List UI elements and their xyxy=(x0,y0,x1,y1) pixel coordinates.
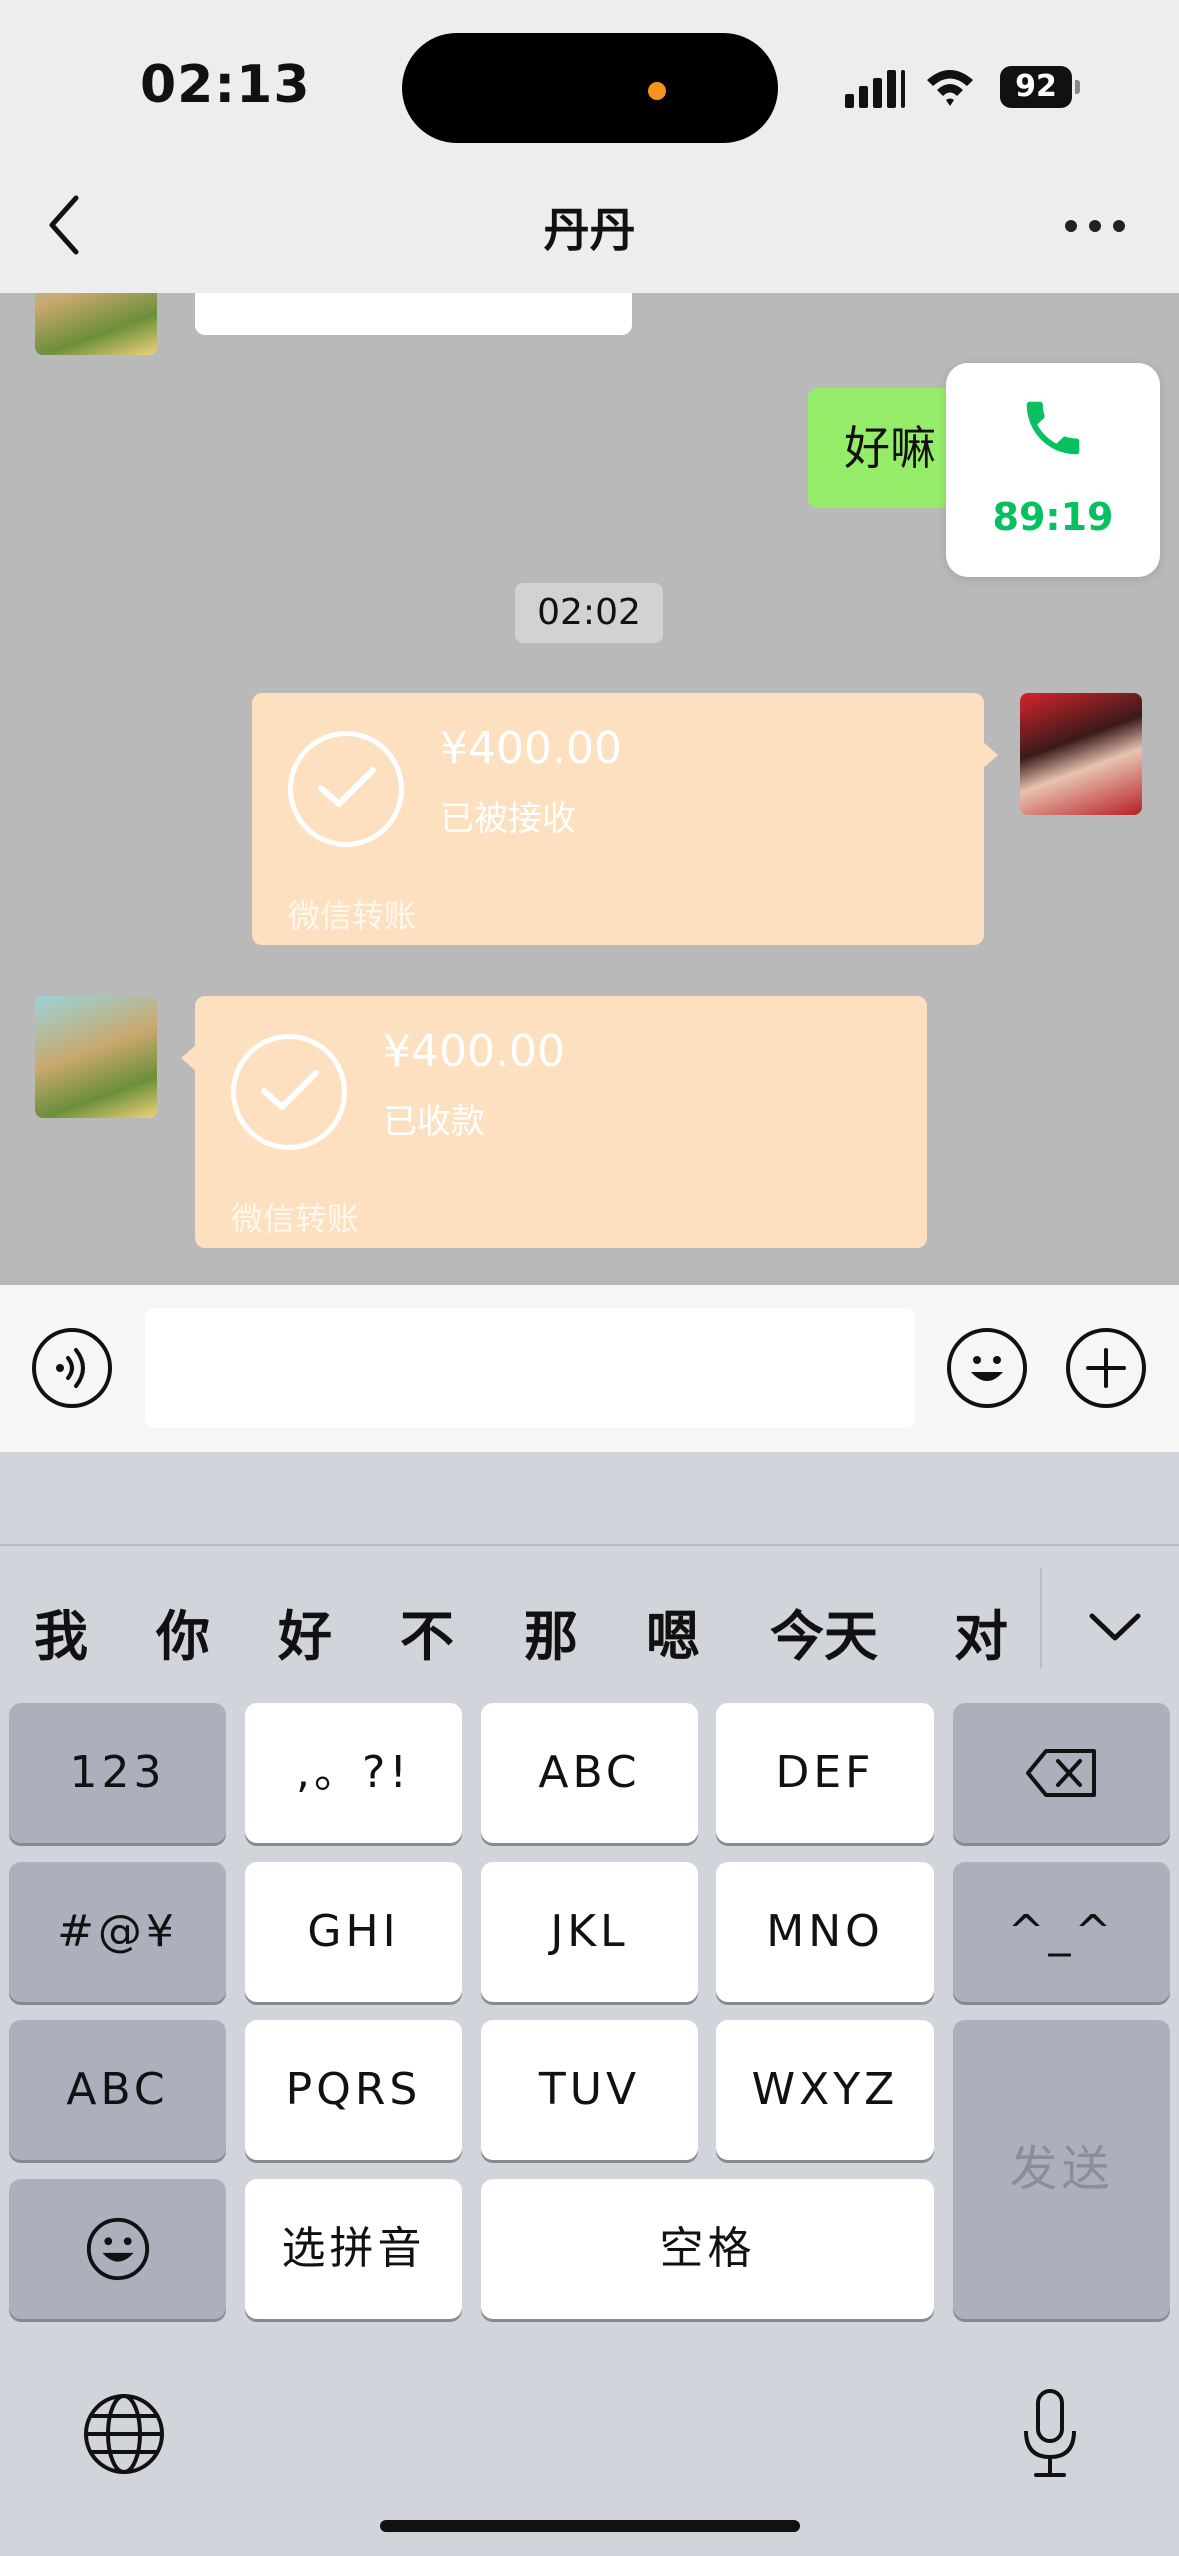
key-pqrs[interactable]: PQRS xyxy=(245,2020,462,2160)
key-emoticon[interactable]: ^_^ xyxy=(953,1862,1170,2002)
backspace-key[interactable] xyxy=(953,1703,1170,1843)
chevron-down-icon[interactable] xyxy=(1080,1592,1150,1662)
backspace-icon xyxy=(1025,1749,1096,1797)
key-wxyz[interactable]: WXYZ xyxy=(716,2020,934,2160)
dynamic-island xyxy=(402,33,778,143)
plus-icon xyxy=(1086,1348,1126,1388)
emoji-key[interactable] xyxy=(9,2179,226,2319)
space-key[interactable]: 空格 xyxy=(481,2179,934,2319)
battery-indicator: 92 xyxy=(1000,66,1080,108)
transfer-label: 微信转账 xyxy=(231,1200,360,1238)
add-attachment-button[interactable] xyxy=(1066,1328,1146,1408)
phone-icon xyxy=(1026,401,1080,455)
candidate-word[interactable]: 嗯 xyxy=(646,1592,700,1671)
key-ghi[interactable]: GHI xyxy=(245,1862,462,2002)
candidate-word[interactable]: 那 xyxy=(524,1592,578,1671)
key-abc-switch[interactable]: ABC xyxy=(9,2020,226,2160)
message-input-bar xyxy=(0,1285,1179,1452)
key-pinyin-select[interactable]: 选拼音 xyxy=(245,2179,462,2319)
transfer-amount: ¥400.00 xyxy=(440,723,622,774)
voice-mode-button[interactable] xyxy=(32,1328,112,1408)
call-duration: 89:19 xyxy=(992,495,1114,539)
transfer-status: 已收款 xyxy=(383,1102,485,1142)
key-def[interactable]: DEF xyxy=(716,1703,934,1843)
emoji-button[interactable] xyxy=(947,1328,1027,1408)
floating-call-widget[interactable]: 89:19 xyxy=(946,363,1160,577)
candidate-bar: 我 你 好 不 那 嗯 今天 对 xyxy=(0,1592,1040,1692)
smiley-icon xyxy=(971,1356,1003,1381)
chat-area[interactable]: 好嘛 89:19 02:02 ¥400.00 已被接收 微信转账 ¥400.00… xyxy=(0,293,1179,1285)
transfer-sent-card[interactable]: ¥400.00 已被接收 微信转账 xyxy=(252,693,998,945)
wifi-icon xyxy=(927,70,973,106)
key-abc[interactable]: ABC xyxy=(481,1703,698,1843)
smiley-icon xyxy=(86,2217,149,2281)
microphone-icon[interactable] xyxy=(1020,2387,1080,2483)
top-bar: 02:13 92 丹丹 xyxy=(0,0,1179,293)
status-time: 02:13 xyxy=(140,55,311,115)
chat-title: 丹丹 xyxy=(543,203,636,257)
candidate-word[interactable]: 不 xyxy=(400,1592,454,1671)
self-avatar[interactable] xyxy=(1020,693,1142,815)
key-punctuation[interactable]: ,。?! xyxy=(245,1703,462,1843)
candidate-separator xyxy=(1040,1568,1042,1668)
candidate-word[interactable]: 你 xyxy=(156,1592,210,1671)
transfer-status: 已被接收 xyxy=(440,799,576,839)
contact-avatar[interactable] xyxy=(35,293,157,355)
cellular-signal-icon xyxy=(845,68,905,108)
keyboard-divider xyxy=(0,1544,1179,1546)
send-key[interactable]: 发送 xyxy=(953,2020,1170,2319)
message-timestamp: 02:02 xyxy=(515,583,663,643)
incoming-message-bubble[interactable] xyxy=(195,293,632,335)
transfer-received-card[interactable]: ¥400.00 已收款 微信转账 xyxy=(181,996,927,1248)
more-options-icon[interactable] xyxy=(1065,220,1125,234)
check-circle-icon xyxy=(231,1034,347,1150)
transfer-amount: ¥400.00 xyxy=(383,1026,565,1077)
check-circle-icon xyxy=(288,731,404,847)
transfer-label: 微信转账 xyxy=(288,897,417,935)
key-123[interactable]: 123 xyxy=(9,1703,226,1843)
candidate-word[interactable]: 对 xyxy=(954,1592,1008,1671)
key-mno[interactable]: MNO xyxy=(716,1862,934,2002)
candidate-word[interactable]: 我 xyxy=(34,1592,88,1671)
home-indicator[interactable] xyxy=(380,2520,800,2532)
key-symbols[interactable]: #@¥ xyxy=(9,1862,226,2002)
key-jkl[interactable]: JKL xyxy=(481,1862,698,2002)
globe-icon[interactable] xyxy=(82,2392,166,2476)
recording-dot-icon xyxy=(648,82,666,100)
candidate-word[interactable]: 好 xyxy=(278,1592,332,1671)
message-input[interactable] xyxy=(145,1308,915,1428)
voice-icon xyxy=(56,1348,85,1388)
key-tuv[interactable]: TUV xyxy=(481,2020,698,2160)
contact-avatar[interactable] xyxy=(35,996,157,1118)
keyboard: 我 你 好 不 那 嗯 今天 对 123 ,。?! ABC DEF #@¥ GH… xyxy=(0,1452,1179,2556)
candidate-word[interactable]: 今天 xyxy=(770,1592,878,1671)
